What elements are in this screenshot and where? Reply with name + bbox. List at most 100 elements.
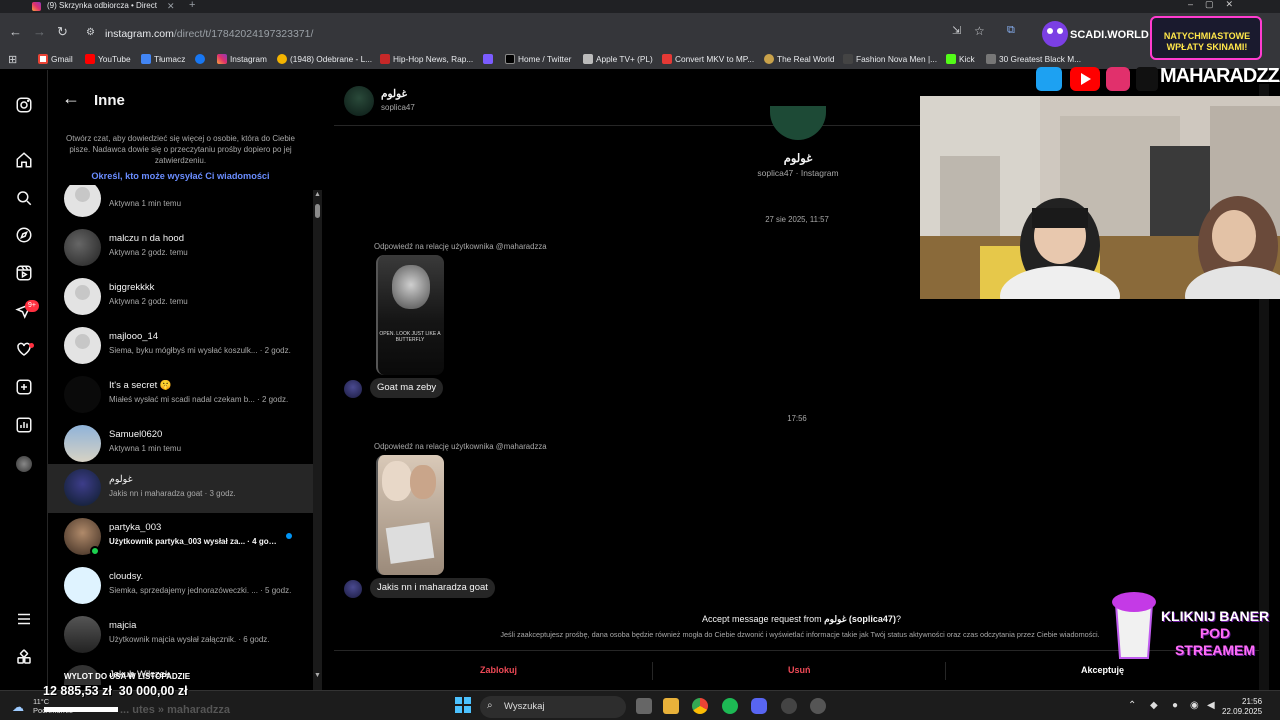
thread-row[interactable]: majcia Użytkownik majcia wysłał załączni… [48, 610, 313, 659]
thread-row[interactable]: It's a secret 🤫 Miałeś wysłać mi scadi n… [48, 370, 313, 419]
meta-apps-icon[interactable] [14, 648, 34, 668]
thread-row[interactable]: malczu n da hood Aktywna 2 godz. temu [48, 223, 313, 272]
network-icon[interactable]: ◉ [1190, 700, 1199, 711]
address-bar[interactable]: instagram.com/direct/t/17842024197323371… [105, 28, 313, 40]
twitter-icon [1036, 67, 1062, 91]
thread-row[interactable]: partyka_003 Użytkownik partyka_003 wysła… [48, 512, 313, 561]
bookmark-twitter[interactable]: Home / Twitter [505, 54, 571, 66]
window-controls[interactable]: –▢✕ [1188, 0, 1245, 10]
story-thumbnail[interactable] [376, 455, 444, 575]
scroll-up-icon[interactable]: ▲ [314, 191, 321, 198]
divider [945, 662, 946, 680]
profile-avatar[interactable] [16, 456, 32, 472]
tab-title: (9) Skrzynka odbiorcza • Direct [47, 1, 157, 10]
taskbar-clock[interactable]: 21:56 22.09.2025 [1222, 697, 1262, 717]
back-icon[interactable]: ← [9, 24, 22, 39]
instagram-favicon-icon [32, 2, 41, 11]
notification-dot [29, 343, 34, 348]
weather-icon: ☁ [12, 700, 24, 714]
new-tab-icon[interactable]: + [189, 0, 195, 11]
delete-button[interactable]: Usuń [788, 665, 811, 675]
inbox-scroll-thumb[interactable] [315, 204, 320, 218]
inbox-scrollbar[interactable] [313, 190, 322, 690]
task-view-icon[interactable] [636, 698, 652, 714]
thread-row[interactable]: Aktywna 1 min temu [48, 185, 313, 223]
home-icon[interactable] [14, 151, 34, 171]
webcam-overlay [920, 96, 1280, 299]
reload-icon[interactable]: ↻ [57, 24, 68, 40]
bookmark-translate[interactable]: Tłumacz [141, 54, 185, 66]
translate-icon[interactable]: ⧉ [1007, 24, 1015, 37]
chat-avatar[interactable] [344, 86, 374, 116]
apps-grid-icon[interactable]: ⊞ [8, 53, 17, 66]
thread-row[interactable]: majlooo_14 Siema, byku mógłbyś mi wysłać… [48, 321, 313, 370]
forward-icon[interactable]: → [33, 24, 46, 39]
windows-start-icon[interactable] [455, 697, 471, 718]
bookmark-instagram[interactable]: Instagram [217, 54, 267, 66]
story-reply-label: Odpowiedź na relację użytkownika @mahara… [374, 442, 547, 451]
thread-preview: Miałeś wysłać mi scadi nadal czekam b...… [109, 395, 289, 404]
thread-preview: Jakis nn i maharadza goat · 3 godz. [109, 489, 236, 498]
thread-name: majcia [109, 620, 137, 631]
volume-icon[interactable]: ◀ [1207, 700, 1215, 711]
thread-preview: Aktywna 1 min temu [109, 444, 182, 453]
app-icon[interactable] [810, 698, 826, 714]
thread-row[interactable]: biggrekkkk Aktywna 2 godz. temu [48, 272, 313, 321]
create-icon[interactable] [14, 378, 34, 398]
story-thumbnail[interactable]: OPEN. LOOK JUST LIKE A BUTTERFLY [376, 255, 444, 375]
instagram-logo-icon[interactable] [14, 96, 34, 116]
story-face [382, 461, 412, 501]
donate-goal: 30 000,00 zł [118, 684, 188, 698]
thread-row[interactable]: Samuel0620 Aktywna 1 min temu [48, 419, 313, 468]
chrome-icon[interactable] [692, 698, 708, 714]
install-app-icon[interactable]: ⇲ [952, 24, 961, 37]
bookmark-appletv[interactable]: Apple TV+ (PL) [583, 54, 653, 66]
bookmark-kick[interactable]: Kick [946, 54, 975, 66]
bookmark-purple[interactable] [483, 54, 496, 66]
tray-discord-icon[interactable]: ◆ [1150, 700, 1158, 711]
block-button[interactable]: Zablokuj [480, 665, 517, 675]
site-info-icon[interactable]: ⚙ [86, 27, 95, 38]
bookmark-convert[interactable]: Convert MKV to MP... [662, 54, 754, 66]
dashboard-icon[interactable] [14, 416, 34, 436]
taskbar-search[interactable] [480, 696, 626, 718]
chat-name[interactable]: غولوم [381, 88, 407, 100]
bookmark-youtube[interactable]: YouTube [85, 54, 131, 66]
bookmark-facebook[interactable] [195, 54, 208, 66]
bookmark-mail[interactable]: (1948) Odebrane - L... [277, 54, 372, 66]
thread-row[interactable]: cloudsy. Siemka, sprzedajemy jednorazówe… [48, 561, 313, 610]
bookmark-realworld[interactable]: The Real World [764, 54, 835, 66]
story-caption: OPEN. LOOK JUST LIKE A BUTTERFLY [379, 331, 441, 343]
thread-preview: Siema, byku mógłbyś mi wysłać koszulk...… [109, 346, 291, 355]
inbox-title: Inne [94, 92, 125, 109]
spotify-icon[interactable] [722, 698, 738, 714]
baner-line2: POD STREAMEM [1174, 625, 1256, 658]
obs-icon[interactable] [781, 698, 797, 714]
back-arrow-icon[interactable]: ← [62, 88, 80, 109]
microphone-icon[interactable]: ● [1172, 700, 1178, 711]
tray-expand-icon[interactable]: ⌃ [1128, 700, 1136, 711]
accept-button[interactable]: Akceptuję [1081, 665, 1124, 675]
message-controls-link[interactable]: Określ, kto może wysyłać Ci wiadomości [62, 171, 299, 181]
bookmark-fashionnova[interactable]: Fashion Nova Men |... [843, 54, 937, 66]
file-explorer-icon[interactable] [663, 698, 679, 714]
unread-dot [286, 533, 292, 539]
bookmark-gmail[interactable]: Gmail [38, 54, 73, 66]
message-avatar[interactable] [344, 580, 362, 598]
bookmark-star-icon[interactable]: ☆ [974, 24, 985, 38]
close-tab-icon[interactable]: ✕ [167, 0, 175, 12]
scroll-down-icon[interactable]: ▼ [314, 672, 321, 679]
menu-hamburger-icon[interactable] [14, 610, 34, 630]
reels-icon[interactable] [14, 264, 34, 284]
weather-widget[interactable]: 11°CPochmurnie [33, 697, 73, 715]
explore-icon[interactable] [14, 226, 34, 246]
thread-preview: Aktywna 2 godz. temu [109, 248, 188, 257]
browser-tab-active[interactable]: (9) Skrzynka odbiorcza • Direct ✕ [26, 0, 176, 13]
search-icon[interactable] [14, 189, 34, 209]
discord-icon[interactable] [751, 698, 767, 714]
message-avatar[interactable] [344, 380, 362, 398]
bookmark-hiphop[interactable]: Hip-Hop News, Rap... [380, 54, 473, 66]
clock-time: 21:56 [1242, 697, 1263, 706]
thread-name: malczu n da hood [109, 233, 184, 244]
thread-row-selected[interactable]: غولوم Jakis nn i maharadza goat · 3 godz… [48, 464, 313, 513]
